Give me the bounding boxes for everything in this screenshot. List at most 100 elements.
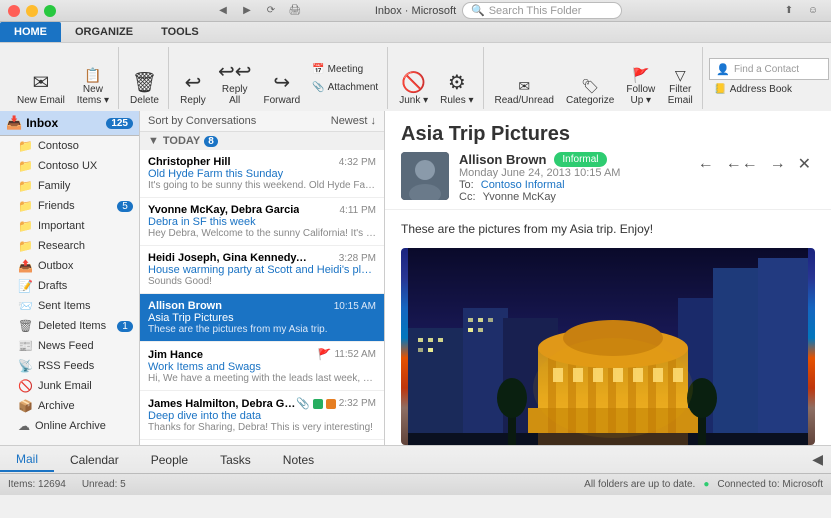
trip-photo: [401, 248, 815, 445]
nav-people[interactable]: People: [135, 449, 204, 471]
sidebar-item-junk[interactable]: 🚫 Junk Email: [0, 376, 139, 396]
maximize-button[interactable]: [44, 5, 56, 17]
sidebar-item-label: Junk Email: [38, 380, 92, 392]
reply-button[interactable]: ↩ Reply: [175, 70, 211, 109]
sidebar-item-rss[interactable]: 📡 RSS Feeds: [0, 356, 139, 376]
nav-tasks[interactable]: Tasks: [204, 449, 267, 471]
email-list: Sort by Conversations Newest ↓ ▼ TODAY 8…: [140, 111, 385, 445]
folder-icon: 📁: [18, 159, 33, 173]
sidebar-item-outbox[interactable]: 📤 Outbox: [0, 256, 139, 276]
email-row1: Allison Brown 10:15 AM: [148, 300, 376, 312]
sidebar-inbox[interactable]: 📥 Inbox 125: [0, 111, 139, 136]
email-item-yvonne[interactable]: Yvonne McKay, Debra Garcia 4:11 PM Debra…: [140, 198, 384, 246]
toolbar-icon-3[interactable]: ⟳: [261, 4, 281, 18]
junk-icon: 🚫: [401, 73, 426, 93]
nav-mail[interactable]: Mail: [0, 448, 54, 472]
close-email-button[interactable]: ✕: [794, 152, 815, 176]
unread-count: Unread: 5: [82, 479, 126, 490]
newest-button[interactable]: Newest ↓: [331, 115, 376, 127]
online-archive-icon: ☁: [18, 419, 30, 433]
email-row1: Christopher Hill 4:32 PM: [148, 156, 376, 168]
new-items-button[interactable]: 📋 NewItems ▾: [72, 65, 114, 109]
sidebar-item-sent[interactable]: 📨 Sent Items: [0, 296, 139, 316]
sidebar-item-contoso[interactable]: 📁 Contoso: [0, 136, 139, 156]
sidebar-item-archive[interactable]: 📦 Archive: [0, 396, 139, 416]
prev-all-button[interactable]: ←←: [722, 153, 762, 175]
avatar: [401, 152, 449, 200]
email-time: 4:11 PM: [340, 205, 377, 216]
prev-email-button[interactable]: ←: [694, 153, 718, 175]
sidebar-item-label: Drafts: [38, 280, 67, 292]
sidebar-item-friends[interactable]: 📁 Friends 5: [0, 196, 139, 216]
toolbar-icons: ◀ ▶ ⟳ 🖨: [213, 4, 305, 18]
nav-calendar[interactable]: Calendar: [54, 449, 135, 471]
read-unread-button[interactable]: ✉ Read/Unread: [490, 76, 559, 109]
find-contact-icon: 👤: [716, 63, 730, 76]
deleted-icon: 🗑: [18, 319, 33, 333]
minimize-button[interactable]: [26, 5, 38, 17]
inbox-label: Inbox: [26, 116, 58, 130]
emoji-btn[interactable]: ☺: [803, 4, 823, 18]
close-button[interactable]: [8, 5, 20, 17]
attachment-button[interactable]: 📎 Attachment: [307, 79, 383, 96]
sidebar-item-newsfeed[interactable]: 📰 News Feed: [0, 336, 139, 356]
email-item-miles[interactable]: Miles Reid 📅 9:30 AM Summer Intern Talks…: [140, 440, 384, 445]
forward-button[interactable]: ↪ Forward: [258, 70, 305, 109]
filter-email-button[interactable]: ▽ FilterEmail: [662, 65, 698, 109]
nav-notes[interactable]: Notes: [267, 449, 330, 471]
email-item-heidi[interactable]: Heidi Joseph, Gina Kennedy, Raiph Stamm,…: [140, 246, 384, 294]
delete-button[interactable]: 🗑 Delete: [125, 70, 164, 109]
email-sender: Heidi Joseph, Gina Kennedy, Raiph Stamm,…: [148, 252, 308, 264]
toolbar-icon-4[interactable]: 🖨: [285, 4, 305, 18]
sidebar-item-drafts[interactable]: 📝 Drafts: [0, 276, 139, 296]
tab-tools[interactable]: TOOLS: [147, 22, 213, 42]
toolbar-icon-2[interactable]: ▶: [237, 4, 257, 18]
status-bar: Items: 12694 Unread: 5 All folders are u…: [0, 473, 831, 495]
email-preview: Hi, We have a meeting with the leads las…: [148, 373, 376, 384]
sort-button[interactable]: Sort by Conversations: [148, 115, 256, 127]
address-book-button[interactable]: 📒 Address Book: [709, 81, 829, 98]
email-item-christopher[interactable]: Christopher Hill 4:32 PM Old Hyde Farm t…: [140, 150, 384, 198]
sidebar-item-label: Research: [38, 240, 85, 252]
rules-button[interactable]: ⚙ Rules ▾: [435, 70, 478, 109]
title-search-box[interactable]: 🔍 Search This Folder: [462, 2, 622, 19]
email-item-jim[interactable]: Jim Hance 🚩 11:52 AM Work Items and Swag…: [140, 342, 384, 391]
outbox-icon: 📤: [18, 259, 33, 273]
email-sender: Yvonne McKay, Debra Garcia: [148, 204, 299, 216]
email-item-allison[interactable]: Allison Brown 10:15 AM Asia Trip Picture…: [140, 294, 384, 342]
email-sender: Christopher Hill: [148, 156, 231, 168]
sidebar-item-label: Archive: [38, 400, 75, 412]
new-email-button[interactable]: ✉ New Email: [12, 70, 70, 109]
ribbon-group-new: ✉ New Email 📋 NewItems ▾: [8, 47, 119, 109]
email-body-text: These are the pictures from my Asia trip…: [401, 222, 815, 236]
ribbon-stacked-meeting: 📅 Meeting 📎 Attachment: [307, 47, 383, 109]
meeting-button[interactable]: 📅 Meeting: [307, 61, 383, 78]
follow-up-button[interactable]: 🚩 FollowUp ▾: [621, 65, 660, 109]
sidebar-item-contoso-ux[interactable]: 📁 Contoso UX: [0, 156, 139, 176]
address-book-icon: 📒: [714, 84, 726, 95]
categorize-button[interactable]: 🏷 Categorize: [561, 76, 619, 109]
email-subject: Old Hyde Farm this Sunday: [148, 168, 376, 180]
next-email-button[interactable]: →: [766, 153, 790, 175]
follow-up-icon: 🚩: [632, 68, 649, 82]
reply-all-button[interactable]: ↩↩ ReplyAll: [213, 59, 257, 109]
email-row1: Heidi Joseph, Gina Kennedy, Raiph Stamm,…: [148, 252, 376, 264]
tab-home[interactable]: HOME: [0, 22, 61, 42]
junk-button[interactable]: 🚫 Junk ▾: [394, 70, 433, 109]
folder-icon: 📁: [18, 239, 33, 253]
deleted-badge: 1: [117, 321, 133, 332]
email-item-james[interactable]: James Halmilton, Debra Garcia 📎 2:32 PM …: [140, 391, 384, 440]
find-contact-input[interactable]: 👤 Find a Contact: [709, 58, 829, 80]
expand-nav-button[interactable]: ◀: [804, 451, 831, 468]
sidebar-item-deleted[interactable]: 🗑 Deleted Items 1: [0, 316, 139, 336]
tab-organize[interactable]: ORGANIZE: [61, 22, 147, 42]
sidebar-item-online-archive[interactable]: ☁ Online Archive: [0, 416, 139, 436]
email-detail-nav: ← ←← → ✕: [694, 152, 815, 176]
sidebar-item-family[interactable]: 📁 Family: [0, 176, 139, 196]
toolbar-icon-1[interactable]: ◀: [213, 4, 233, 18]
rules-icon: ⚙: [448, 73, 466, 93]
collapse-btn[interactable]: ⬆: [779, 4, 799, 18]
sidebar-item-research[interactable]: 📁 Research: [0, 236, 139, 256]
sidebar-item-label: Sent Items: [38, 300, 91, 312]
sidebar-item-important[interactable]: 📁 Important: [0, 216, 139, 236]
